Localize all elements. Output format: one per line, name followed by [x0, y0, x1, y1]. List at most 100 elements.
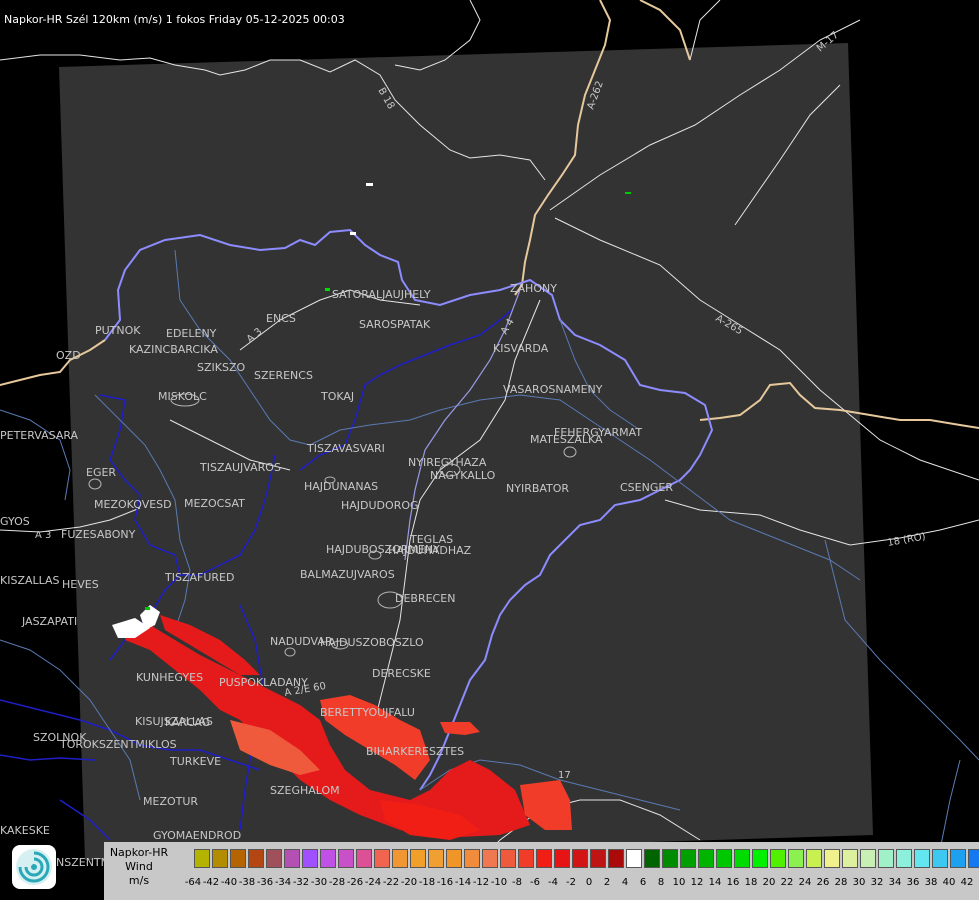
legend-swatch [320, 849, 336, 868]
place-label: BIHARKERESZTES [366, 745, 464, 758]
place-label: NAGYKALLO [430, 469, 496, 482]
legend-tick: -42 [202, 877, 220, 888]
legend-ticks: -64 -42 -40 -38 -36 -34 -32 -30 -28 -26 -24 -22 -20-… [184, 877, 976, 888]
legend-swatch [392, 849, 408, 868]
legend-swatch [950, 849, 966, 868]
place-label: SATORALJAUJHELY [332, 288, 431, 301]
legend-swatch [302, 849, 318, 868]
road-label: 17 [558, 770, 571, 781]
swirl-logo-icon [16, 849, 52, 885]
legend-tick: -18 [418, 877, 436, 888]
legend-swatch [428, 849, 444, 868]
legend-tick: 0 [585, 877, 593, 888]
place-label: BERETTYOUJFALU [320, 706, 415, 719]
legend-label-quantity: Wind [125, 860, 153, 873]
place-label: NYIRBATOR [506, 482, 569, 495]
legend-swatch [770, 849, 786, 868]
legend-swatch [860, 849, 876, 868]
legend-swatch [590, 849, 606, 868]
place-label: KISUJSZALLAS [135, 715, 213, 728]
place-label: MATESZALKA [530, 433, 603, 446]
place-label: NYIREGYHAZA [408, 456, 487, 469]
legend-swatch [212, 849, 228, 868]
place-label: GYOMAENDROD [153, 829, 241, 842]
legend-swatch [698, 849, 714, 868]
legend-tick: 36 [906, 877, 920, 888]
legend-swatch [374, 849, 390, 868]
legend-swatch [446, 849, 462, 868]
legend-tick: 32 [870, 877, 884, 888]
place-label: MEZOKOVESD [94, 498, 172, 511]
legend-tick: -2 [566, 877, 576, 888]
place-label: KUNHEGYES [136, 671, 203, 684]
legend-tick: -16 [436, 877, 454, 888]
place-label: TURKEVE [169, 755, 221, 768]
place-label: HAJDUDOROG [341, 499, 419, 512]
wind-legend: Napkor-HR Wind m/s -64 -42 -4 0 -38 -36 -34 -32… [104, 842, 979, 900]
legend-tick: -24 [364, 877, 382, 888]
place-label: HAJDUNANAS [304, 480, 378, 493]
place-label: TOROKSZENTMIKLOS [59, 738, 177, 751]
legend-swatch [572, 849, 588, 868]
legend-tick: 10 [672, 877, 686, 888]
legend-tick: -32 [292, 877, 310, 888]
place-label: SZEGHALOM [270, 784, 340, 797]
legend-tick: 18 [744, 877, 758, 888]
place-label: FUZESABONY [61, 528, 136, 541]
place-label: SAROSPATAK [359, 318, 431, 331]
place-label: CSENGER [620, 481, 673, 494]
place-label: DEBRECEN [395, 592, 455, 605]
legend-swatch [680, 849, 696, 868]
legend-label: Napkor-HR Wind m/s [104, 846, 174, 888]
legend-swatch [716, 849, 732, 868]
legend-tick: -34 [274, 877, 292, 888]
road-label: 18 (RO) [887, 531, 927, 549]
legend-swatch [536, 849, 552, 868]
place-label: NSZENTM [56, 856, 110, 869]
legend-tick: -38 [238, 877, 256, 888]
legend-swatch [500, 849, 516, 868]
legend-tick: -28 [328, 877, 346, 888]
legend-tick: -14 [454, 877, 472, 888]
legend-swatch [842, 849, 858, 868]
legend-tick: 30 [852, 877, 866, 888]
place-label: KISVARDA [493, 342, 549, 355]
place-label: ENCS [266, 312, 296, 325]
legend-tick: -26 [346, 877, 364, 888]
legend-swatch [662, 849, 678, 868]
place-label: KAKESKE [0, 824, 50, 837]
legend-label-model: Napkor-HR [109, 846, 169, 859]
legend-tick: 34 [888, 877, 902, 888]
legend-swatches [194, 849, 979, 868]
legend-tick: -10 [490, 877, 508, 888]
place-label: EGER [86, 466, 116, 479]
legend-tick: 2 [603, 877, 611, 888]
legend-swatch [266, 849, 282, 868]
legend-swatch [752, 849, 768, 868]
legend-tick: -8 [512, 877, 522, 888]
legend-swatch [410, 849, 426, 868]
place-label: BALMAZUJVAROS [300, 568, 395, 581]
place-label: MEZOTUR [143, 795, 198, 808]
legend-tick: 20 [762, 877, 776, 888]
legend-tick: -36 [256, 877, 274, 888]
legend-tick: 40 [942, 877, 956, 888]
place-label: HEVES [62, 578, 99, 591]
legend-tick: -64 [184, 877, 202, 888]
place-label: SZIKSZO [197, 361, 245, 374]
place-label: DERECSKE [372, 667, 431, 680]
legend-swatch [284, 849, 300, 868]
legend-label-unit: m/s [128, 874, 150, 887]
legend-tick: 6 [639, 877, 647, 888]
legend-tick: 28 [834, 877, 848, 888]
legend-tick: 8 [657, 877, 665, 888]
place-label: MISKOLC [158, 390, 207, 403]
legend-swatch [608, 849, 624, 868]
legend-swatch [518, 849, 534, 868]
place-label: TOKAJ [320, 390, 354, 403]
legend-tick: -4 [548, 877, 558, 888]
place-label: SZERENCS [254, 369, 313, 382]
legend-swatch [806, 849, 822, 868]
legend-tick: -30 [310, 877, 328, 888]
legend-swatch [824, 849, 840, 868]
